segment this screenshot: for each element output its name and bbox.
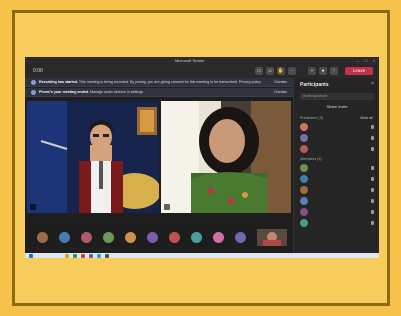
microphone-icon xyxy=(371,125,374,129)
minimize-icon[interactable]: – xyxy=(355,58,361,63)
participant-name-tag xyxy=(164,204,170,210)
video-tile-participant[interactable] xyxy=(161,101,291,213)
avatar xyxy=(300,123,308,131)
avatar[interactable] xyxy=(103,232,114,243)
more-options-icon[interactable]: ⋯ xyxy=(288,67,296,75)
banner-title: Phone's your meeting ended. xyxy=(39,90,89,94)
panel-title: Participants xyxy=(300,82,329,88)
avatar[interactable] xyxy=(81,232,92,243)
avatar xyxy=(300,219,308,227)
participants-icon[interactable]: ☺ xyxy=(266,67,274,75)
participants-panel: Participants × Invite someone Share invi… xyxy=(293,78,379,253)
microphone-icon xyxy=(371,188,374,192)
meeting-timer: 0:00 xyxy=(33,68,43,74)
avatar[interactable] xyxy=(125,232,136,243)
microphone-icon xyxy=(371,210,374,214)
info-icon xyxy=(31,90,36,95)
avatar[interactable] xyxy=(191,232,202,243)
chat-icon[interactable]: ▭ xyxy=(255,67,263,75)
camera-icon[interactable]: ▪ xyxy=(308,67,316,75)
close-icon[interactable]: × xyxy=(371,81,374,87)
participant-row[interactable] xyxy=(300,218,376,228)
start-icon[interactable] xyxy=(29,253,33,258)
meeting-toolbar: 0:00 ▭ ☺ ✋ ⋯ ▪ ● ↑ Leave xyxy=(25,64,379,78)
recording-banner: Recording has started. This meeting is b… xyxy=(25,78,293,87)
participant-row[interactable] xyxy=(300,185,376,195)
avatar xyxy=(300,175,308,183)
dismiss-button[interactable]: Dismiss xyxy=(274,88,287,97)
participant-row[interactable] xyxy=(300,163,376,173)
banner-title: Recording has started. xyxy=(39,80,78,84)
invite-input[interactable]: Invite someone xyxy=(300,93,374,100)
participant-row[interactable] xyxy=(300,122,376,132)
raise-hand-icon[interactable]: ✋ xyxy=(277,67,285,75)
microphone-icon xyxy=(371,177,374,181)
microphone-icon xyxy=(371,147,374,151)
banner-text: This meeting is being recorded. By joini… xyxy=(78,80,261,84)
audio-banner: Phone's your meeting ended. Manage audio… xyxy=(25,88,293,97)
participant-video xyxy=(161,101,291,213)
avatar[interactable] xyxy=(235,232,246,243)
video-stage xyxy=(25,97,293,233)
avatar xyxy=(300,134,308,142)
avatar[interactable] xyxy=(169,232,180,243)
video-tile-presenter[interactable] xyxy=(27,101,159,213)
info-icon xyxy=(31,80,36,85)
avatar[interactable] xyxy=(213,232,224,243)
share-invite-button[interactable]: Share invite xyxy=(300,103,374,111)
dismiss-button[interactable]: Dismiss xyxy=(274,78,287,87)
microphone-icon xyxy=(371,166,374,170)
mute-all-button[interactable]: Mute all xyxy=(360,116,373,120)
taskbar-app-icon[interactable] xyxy=(89,253,93,258)
microphone-icon xyxy=(371,136,374,140)
avatar xyxy=(300,145,308,153)
windows-taskbar xyxy=(25,253,379,258)
taskbar-app-icon[interactable] xyxy=(97,253,101,258)
participant-name-tag xyxy=(30,204,36,210)
microphone-icon[interactable]: ● xyxy=(319,67,327,75)
presenter-video xyxy=(27,101,159,213)
participant-strip xyxy=(25,227,293,247)
microphone-icon xyxy=(371,221,374,225)
window-title: Microsoft Teams xyxy=(175,58,205,63)
avatar[interactable] xyxy=(59,232,70,243)
attendees-section-label: Attendees (9) xyxy=(300,157,322,161)
taskbar-app-icon[interactable] xyxy=(105,253,109,258)
avatar xyxy=(300,208,308,216)
avatar xyxy=(300,164,308,172)
taskbar-app-icon[interactable] xyxy=(65,253,69,258)
taskbar-app-icon[interactable] xyxy=(73,253,77,258)
avatar[interactable] xyxy=(37,232,48,243)
participant-row[interactable] xyxy=(300,174,376,184)
participant-row[interactable] xyxy=(300,207,376,217)
title-bar: Microsoft Teams – □ × xyxy=(25,57,379,64)
participant-row[interactable] xyxy=(300,133,376,143)
close-icon[interactable]: × xyxy=(371,58,377,63)
participant-row[interactable] xyxy=(300,144,376,154)
presenters-section-label: Presenters (3) xyxy=(300,116,323,120)
share-screen-icon[interactable]: ↑ xyxy=(330,67,338,75)
avatar[interactable] xyxy=(147,232,158,243)
avatar xyxy=(300,186,308,194)
microphone-icon xyxy=(371,199,374,203)
maximize-icon[interactable]: □ xyxy=(363,58,369,63)
banner-text: Manage audio devices in settings xyxy=(89,90,144,94)
teams-window: Microsoft Teams – □ × 0:00 ▭ ☺ ✋ ⋯ ▪ ● ↑… xyxy=(25,57,379,258)
taskbar-app-icon[interactable] xyxy=(81,253,85,258)
avatar xyxy=(300,197,308,205)
leave-button[interactable]: Leave xyxy=(345,67,373,75)
self-view-thumbnail[interactable] xyxy=(257,229,287,246)
participant-row[interactable] xyxy=(300,196,376,206)
